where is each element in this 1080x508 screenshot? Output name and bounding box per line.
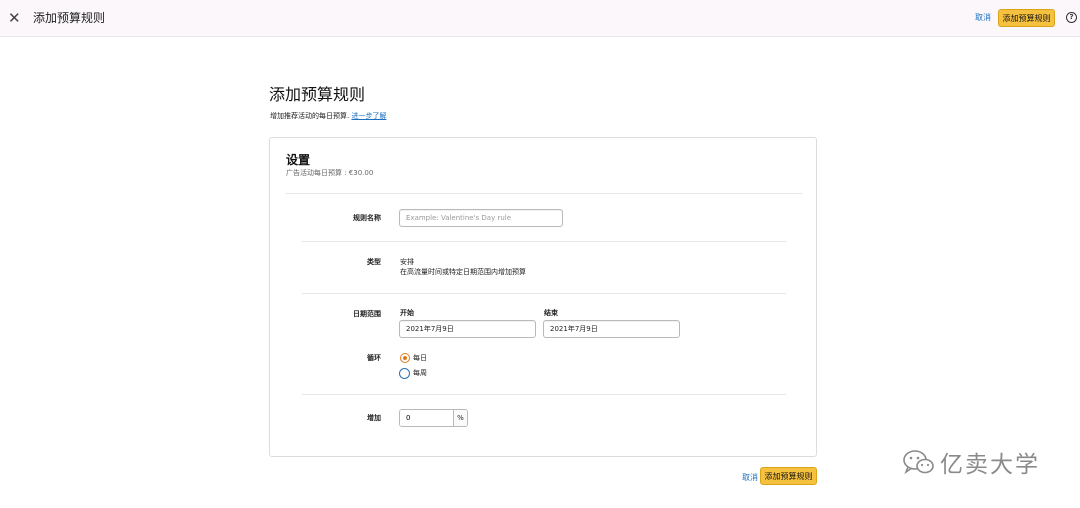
percent-suffix: %: [453, 410, 467, 426]
end-date-input[interactable]: [543, 320, 680, 338]
divider: [286, 193, 802, 194]
start-date-input[interactable]: [399, 320, 536, 338]
daily-radio[interactable]: [400, 353, 410, 363]
help-icon[interactable]: ?: [1066, 12, 1077, 23]
header-cancel-button[interactable]: 取消: [975, 12, 991, 23]
weekly-radio[interactable]: [399, 368, 410, 379]
type-description: 在高流量时间或特定日期范围内增加预算: [400, 268, 526, 276]
close-icon[interactable]: ✕: [8, 9, 22, 27]
footer-add-rule-button[interactable]: 添加预算规则: [760, 467, 817, 485]
header-title: 添加预算规则: [33, 11, 106, 25]
rule-name-label: 规则名称: [353, 214, 381, 222]
daily-budget-text: 广告活动每日预算 : €30.00: [286, 169, 374, 177]
divider: [302, 241, 786, 242]
daily-option-label: 每日: [413, 354, 427, 362]
increase-label: 增加: [367, 414, 381, 422]
page-subtitle-text: 增加推荐活动的每日预算.: [270, 112, 350, 120]
date-range-label: 日期范围: [353, 310, 381, 318]
divider: [302, 394, 786, 395]
recurrence-label: 循环: [367, 354, 381, 362]
divider: [302, 293, 786, 294]
watermark: 亿卖大学: [902, 445, 1040, 479]
top-bar: ✕ 添加预算规则 取消 添加预算规则 ?: [0, 0, 1080, 37]
settings-title: 设置: [286, 153, 311, 167]
settings-card: 设置 广告活动每日预算 : €30.00 规则名称 类型 安排 在高流量时间或特…: [269, 137, 817, 457]
type-value: 安排: [400, 258, 414, 266]
increase-field: %: [399, 409, 468, 427]
type-label: 类型: [367, 258, 381, 266]
page-title: 添加预算规则: [269, 85, 366, 104]
page-subtitle: 增加推荐活动的每日预算. 进一步了解: [270, 112, 386, 121]
start-date-label: 开始: [400, 309, 414, 317]
end-date-label: 结束: [544, 309, 558, 317]
watermark-text: 亿卖大学: [940, 452, 1040, 478]
weekly-option-label: 每周: [413, 369, 427, 377]
footer-cancel-button[interactable]: 取消: [742, 472, 758, 483]
rule-name-input[interactable]: [399, 209, 563, 227]
increase-input[interactable]: [400, 410, 453, 426]
wechat-icon: [903, 450, 934, 475]
learn-more-link[interactable]: 进一步了解: [351, 112, 386, 120]
header-add-rule-button[interactable]: 添加预算规则: [998, 9, 1055, 27]
